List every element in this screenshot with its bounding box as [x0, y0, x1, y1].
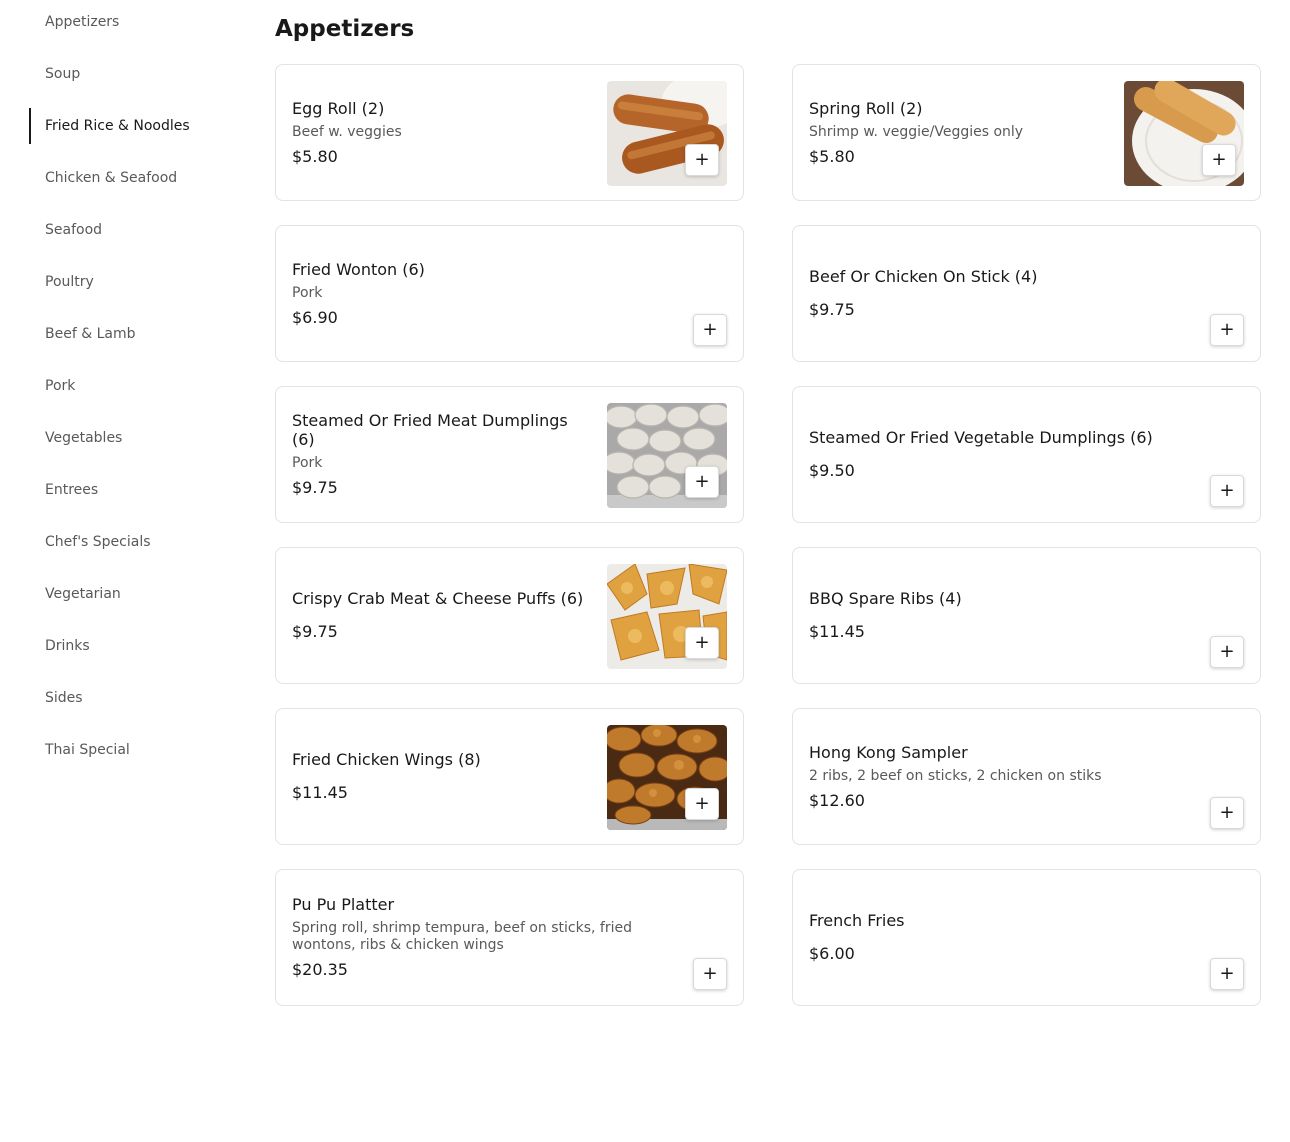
- menu-item-card[interactable]: Crispy Crab Meat & Cheese Puffs (6) $9.7…: [275, 547, 744, 684]
- menu-item-name: Beef Or Chicken On Stick (4): [809, 267, 1038, 286]
- menu-item-name: Crispy Crab Meat & Cheese Puffs (6): [292, 589, 584, 608]
- sidebar-item-entrees[interactable]: Entrees: [29, 472, 249, 508]
- plus-icon: +: [1219, 963, 1235, 984]
- menu-item-card[interactable]: French Fries $6.00 +: [792, 869, 1261, 1006]
- menu-item-info: Egg Roll (2) Beef w. veggies $5.80: [292, 65, 592, 200]
- menu-item-info: Pu Pu Platter Spring roll, shrimp tempur…: [292, 870, 692, 1005]
- menu-item-description: Pork: [292, 455, 323, 471]
- menu-item-card[interactable]: Spring Roll (2) Shrimp w. veggie/Veggies…: [792, 64, 1261, 201]
- menu-item-card[interactable]: Beef Or Chicken On Stick (4) $9.75 +: [792, 225, 1261, 362]
- menu-item-name: Steamed Or Fried Vegetable Dumplings (6): [809, 428, 1153, 447]
- add-item-button[interactable]: +: [685, 788, 719, 820]
- sidebar-item-chicken-seafood[interactable]: Chicken & Seafood: [29, 160, 249, 196]
- add-item-button[interactable]: +: [1202, 144, 1236, 176]
- menu-page: Appetizers Soup Fried Rice & Noodles Chi…: [0, 0, 1290, 1142]
- menu-item-name: French Fries: [809, 911, 905, 930]
- plus-icon: +: [702, 963, 718, 984]
- sidebar-item-beef-lamb[interactable]: Beef & Lamb: [29, 316, 249, 352]
- menu-item-name: Spring Roll (2): [809, 98, 923, 118]
- add-item-button[interactable]: +: [1210, 636, 1244, 668]
- menu-item-card[interactable]: Pu Pu Platter Spring roll, shrimp tempur…: [275, 869, 744, 1006]
- menu-item-card[interactable]: Egg Roll (2) Beef w. veggies $5.80 +: [275, 64, 744, 201]
- plus-icon: +: [1219, 802, 1235, 823]
- menu-item-info: Spring Roll (2) Shrimp w. veggie/Veggies…: [809, 65, 1109, 200]
- menu-item-price: $9.50: [809, 461, 855, 480]
- menu-item-price: $5.80: [292, 146, 338, 166]
- menu-item-card[interactable]: Steamed Or Fried Vegetable Dumplings (6)…: [792, 386, 1261, 523]
- menu-item-info: Steamed Or Fried Vegetable Dumplings (6)…: [809, 387, 1189, 522]
- add-item-button[interactable]: +: [685, 144, 719, 176]
- menu-item-name: Egg Roll (2): [292, 98, 385, 118]
- plus-icon: +: [694, 149, 710, 170]
- menu-item-card[interactable]: Fried Wonton (6) Pork $6.90 +: [275, 225, 744, 362]
- add-item-button[interactable]: +: [693, 314, 727, 346]
- menu-item-description: Shrimp w. veggie/Veggies only: [809, 123, 1024, 140]
- menu-item-description: Beef w. veggies: [292, 123, 402, 140]
- menu-item-info: Fried Wonton (6) Pork $6.90: [292, 226, 672, 361]
- add-item-button[interactable]: +: [693, 958, 727, 990]
- add-item-button[interactable]: +: [1210, 314, 1244, 346]
- menu-item-name: Fried Wonton (6): [292, 259, 425, 279]
- sidebar-item-seafood[interactable]: Seafood: [29, 212, 249, 248]
- menu-item-info: Hong Kong Sampler 2 ribs, 2 beef on stic…: [809, 709, 1189, 844]
- menu-item-card[interactable]: Hong Kong Sampler 2 ribs, 2 beef on stic…: [792, 708, 1261, 845]
- menu-item-name: Hong Kong Sampler: [809, 742, 968, 762]
- plus-icon: +: [702, 319, 718, 340]
- add-item-button[interactable]: +: [1210, 475, 1244, 507]
- menu-item-price: $20.35: [292, 960, 348, 979]
- menu-item-price: $12.60: [809, 790, 865, 810]
- menu-item-info: Steamed Or Fried Meat Dumplings (6) Pork…: [292, 387, 592, 522]
- menu-item-price: $6.90: [292, 307, 338, 327]
- plus-icon: +: [694, 632, 710, 653]
- sidebar-item-drinks[interactable]: Drinks: [29, 628, 249, 664]
- add-item-button[interactable]: +: [1210, 958, 1244, 990]
- plus-icon: +: [694, 471, 710, 492]
- menu-item-grid: Egg Roll (2) Beef w. veggies $5.80 + Spr…: [275, 64, 1261, 1006]
- sidebar-item-fried-rice-noodles[interactable]: Fried Rice & Noodles: [29, 108, 249, 144]
- menu-item-description: Spring roll, shrimp tempura, beef on sti…: [292, 920, 632, 953]
- plus-icon: +: [1219, 641, 1235, 662]
- sidebar-item-vegetarian[interactable]: Vegetarian: [29, 576, 249, 612]
- menu-item-name: Fried Chicken Wings (8): [292, 750, 481, 769]
- menu-item-info: BBQ Spare Ribs (4) $11.45: [809, 548, 1189, 683]
- sidebar-item-chefs-specials[interactable]: Chef's Specials: [29, 524, 249, 560]
- add-item-button[interactable]: +: [1210, 797, 1244, 829]
- menu-item-price: $5.80: [809, 146, 855, 166]
- menu-item-price: $9.75: [809, 300, 855, 319]
- add-item-button[interactable]: +: [685, 466, 719, 498]
- menu-item-description: 2 ribs, 2 beef on sticks, 2 chicken on s…: [809, 767, 1102, 784]
- sidebar-item-sides[interactable]: Sides: [29, 680, 249, 716]
- menu-item-card[interactable]: BBQ Spare Ribs (4) $11.45 +: [792, 547, 1261, 684]
- plus-icon: +: [1211, 149, 1227, 170]
- section-title: Appetizers: [275, 16, 415, 42]
- menu-item-name: BBQ Spare Ribs (4): [809, 589, 962, 608]
- sidebar-item-soup[interactable]: Soup: [29, 56, 249, 92]
- menu-item-name: Steamed Or Fried Meat Dumplings (6): [292, 411, 568, 449]
- menu-item-info: Fried Chicken Wings (8) $11.45: [292, 709, 592, 844]
- menu-item-price: $6.00: [809, 944, 855, 963]
- menu-item-info: Beef Or Chicken On Stick (4) $9.75: [809, 226, 1189, 361]
- sidebar-item-thai-special[interactable]: Thai Special: [29, 732, 249, 768]
- menu-item-price: $9.75: [292, 478, 338, 497]
- plus-icon: +: [694, 793, 710, 814]
- category-sidebar: Appetizers Soup Fried Rice & Noodles Chi…: [29, 0, 249, 784]
- menu-item-name: Pu Pu Platter: [292, 895, 395, 914]
- plus-icon: +: [1219, 480, 1235, 501]
- sidebar-item-poultry[interactable]: Poultry: [29, 264, 249, 300]
- plus-icon: +: [1219, 319, 1235, 340]
- menu-item-price: $9.75: [292, 622, 338, 641]
- menu-item-description: Pork: [292, 284, 323, 301]
- menu-item-info: Crispy Crab Meat & Cheese Puffs (6) $9.7…: [292, 548, 592, 683]
- menu-item-card[interactable]: Fried Chicken Wings (8) $11.45 +: [275, 708, 744, 845]
- menu-item-price: $11.45: [809, 622, 865, 641]
- sidebar-item-vegetables[interactable]: Vegetables: [29, 420, 249, 456]
- sidebar-item-pork[interactable]: Pork: [29, 368, 249, 404]
- menu-item-card[interactable]: Steamed Or Fried Meat Dumplings (6) Pork…: [275, 386, 744, 523]
- menu-item-info: French Fries $6.00: [809, 870, 1189, 1005]
- sidebar-item-appetizers[interactable]: Appetizers: [29, 4, 249, 40]
- add-item-button[interactable]: +: [685, 627, 719, 659]
- menu-item-price: $11.45: [292, 783, 348, 802]
